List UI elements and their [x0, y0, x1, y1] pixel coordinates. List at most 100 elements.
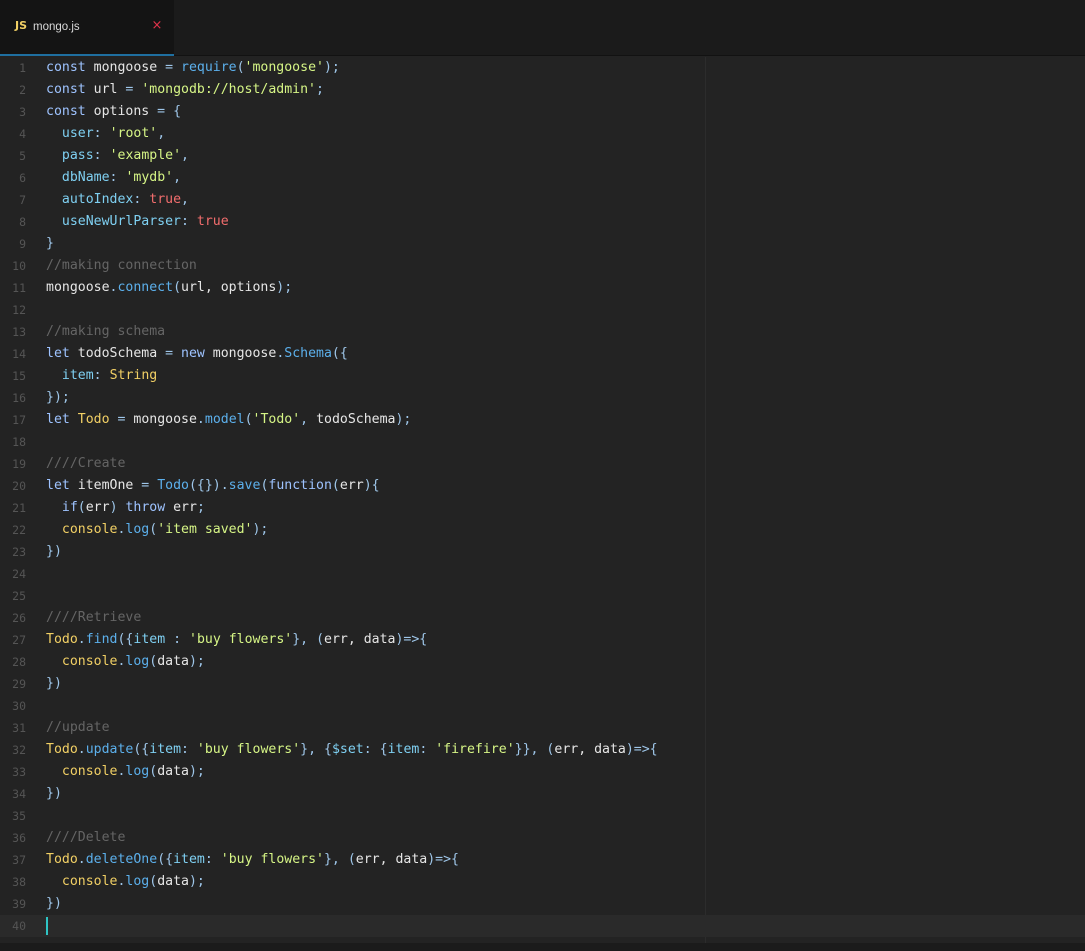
code-line[interactable]: 32 Todo.update({item: 'buy flowers'}, {$s… — [0, 739, 1085, 761]
code-token-punct: ); — [188, 654, 205, 669]
line-number: 35 — [12, 809, 26, 823]
code-line[interactable]: 10 //making connection — [0, 255, 1085, 277]
code-token-property: pass — [61, 148, 94, 163]
code-text: console.log('item saved'); — [46, 519, 268, 541]
code-token-comment: //update — [46, 720, 110, 735]
code-line[interactable]: 34}) — [0, 783, 1085, 805]
code-line[interactable]: 33 console.log(data); — [0, 761, 1085, 783]
code-line[interactable]: 22 console.log('item saved'); — [0, 519, 1085, 541]
tab-mongo-js[interactable]: JS mongo.js × — [0, 0, 174, 56]
code-token-method: log — [125, 654, 150, 669]
code-editor[interactable]: 1 const mongoose = require('mongoose'); 2 c… — [0, 57, 1085, 943]
code-line[interactable]: 31 //update — [0, 717, 1085, 739]
code-line[interactable]: 3 const options = { — [0, 101, 1085, 123]
code-token-method: Todo — [157, 478, 189, 493]
code-token-plain: url, options — [181, 280, 277, 295]
code-text: pass: 'example', — [46, 145, 189, 167]
code-token-punct: : — [173, 632, 182, 647]
code-token-punct: : — [181, 742, 189, 757]
code-lines: 1 const mongoose = require('mongoose'); 2 c… — [0, 57, 1085, 937]
code-token-class: console — [61, 522, 118, 537]
code-line[interactable]: 15 item: String — [0, 365, 1085, 387]
code-text: console.log(data); — [46, 871, 205, 893]
code-line[interactable]: 12 — [0, 299, 1085, 321]
code-line[interactable]: 30 — [0, 695, 1085, 717]
code-line[interactable]: 26 ////Retrieve — [0, 607, 1085, 629]
code-token-method: save — [228, 478, 261, 493]
code-line[interactable]: 16}); — [0, 387, 1085, 409]
code-text: console.log(data); — [46, 651, 205, 673]
code-token-punct: = — [157, 104, 166, 119]
code-line[interactable]: 37 Todo.deleteOne({item: 'buy flowers'}, … — [0, 849, 1085, 871]
code-line[interactable]: 6 dbName: 'mydb', — [0, 167, 1085, 189]
code-token-punct: ); — [276, 280, 293, 295]
code-line[interactable]: 23}) — [0, 541, 1085, 563]
close-tab-icon[interactable]: × — [150, 18, 164, 34]
code-token-method: Schema — [284, 346, 332, 361]
code-line[interactable]: 36 ////Delete — [0, 827, 1085, 849]
code-token-punct: ); — [252, 522, 269, 537]
code-token-method: connect — [117, 280, 174, 295]
code-text: } — [46, 233, 54, 255]
code-token-plain: todoSchema — [69, 346, 166, 361]
line-number: 10 — [12, 259, 26, 273]
code-token-punct: , — [300, 412, 309, 427]
line-number: 11 — [12, 281, 26, 295]
code-token-punct: . — [77, 742, 86, 757]
code-line[interactable]: 27 Todo.find({item : 'buy flowers'}, (err… — [0, 629, 1085, 651]
code-line[interactable]: 17 let Todo = mongoose.model('Todo', todo… — [0, 409, 1085, 431]
code-token-plain: err, data — [355, 852, 428, 867]
code-line[interactable]: 14 let todoSchema = new mongoose.Schema({ — [0, 343, 1085, 365]
code-line[interactable]: 20 let itemOne = Todo({}).save(function(e… — [0, 475, 1085, 497]
code-token-method: log — [125, 874, 150, 889]
code-line[interactable]: 1 const mongoose = require('mongoose'); — [0, 57, 1085, 79]
line-number: 15 — [12, 369, 26, 383]
code-token-comment: ////Retrieve — [46, 610, 142, 625]
code-line[interactable]: 11 mongoose.connect(url, options); — [0, 277, 1085, 299]
code-token-keyword: let — [46, 412, 70, 427]
code-line[interactable]: 7 autoIndex: true, — [0, 189, 1085, 211]
code-token-string: 'mydb' — [125, 170, 174, 185]
code-token-punct: ({ — [331, 346, 348, 361]
code-token-plain: mongoose — [46, 280, 110, 295]
code-token-punct: )=>{ — [427, 852, 459, 867]
line-number: 38 — [12, 875, 26, 889]
code-line[interactable]: 8 useNewUrlParser: true — [0, 211, 1085, 233]
code-token-punct: }); — [46, 390, 70, 405]
code-line[interactable]: 25 — [0, 585, 1085, 607]
javascript-file-icon: JS — [15, 19, 28, 32]
code-line[interactable]: 29}) — [0, 673, 1085, 695]
code-token-plain: data — [157, 764, 189, 779]
code-line[interactable]: 38 console.log(data); — [0, 871, 1085, 893]
code-line[interactable]: 9} — [0, 233, 1085, 255]
code-line[interactable]: 21 if(err) throw err; — [0, 497, 1085, 519]
code-line[interactable]: 35 — [0, 805, 1085, 827]
code-token-punct: ( — [149, 874, 158, 889]
code-line[interactable]: 13 //making schema — [0, 321, 1085, 343]
code-token-method: log — [125, 764, 150, 779]
code-token-property: item — [387, 742, 420, 757]
line-number: 28 — [12, 655, 26, 669]
line-number: 30 — [12, 699, 26, 713]
code-text: }) — [46, 673, 62, 695]
code-line[interactable]: 40 — [0, 915, 1085, 937]
code-line[interactable]: 24 — [0, 563, 1085, 585]
code-token-punct: = — [165, 60, 174, 75]
code-line[interactable]: 2 const url = 'mongodb://host/admin'; — [0, 79, 1085, 101]
code-line[interactable]: 18 — [0, 431, 1085, 453]
line-number: 18 — [12, 435, 26, 449]
code-line[interactable]: 5 pass: 'example', — [0, 145, 1085, 167]
code-line[interactable]: 4 user: 'root', — [0, 123, 1085, 145]
code-line[interactable]: 28 console.log(data); — [0, 651, 1085, 673]
code-token-method: model — [204, 412, 245, 427]
code-line[interactable]: 39}) — [0, 893, 1085, 915]
code-line[interactable]: 19 ////Create — [0, 453, 1085, 475]
code-token-punct: : — [204, 852, 213, 867]
code-token-punct: { — [173, 104, 182, 119]
